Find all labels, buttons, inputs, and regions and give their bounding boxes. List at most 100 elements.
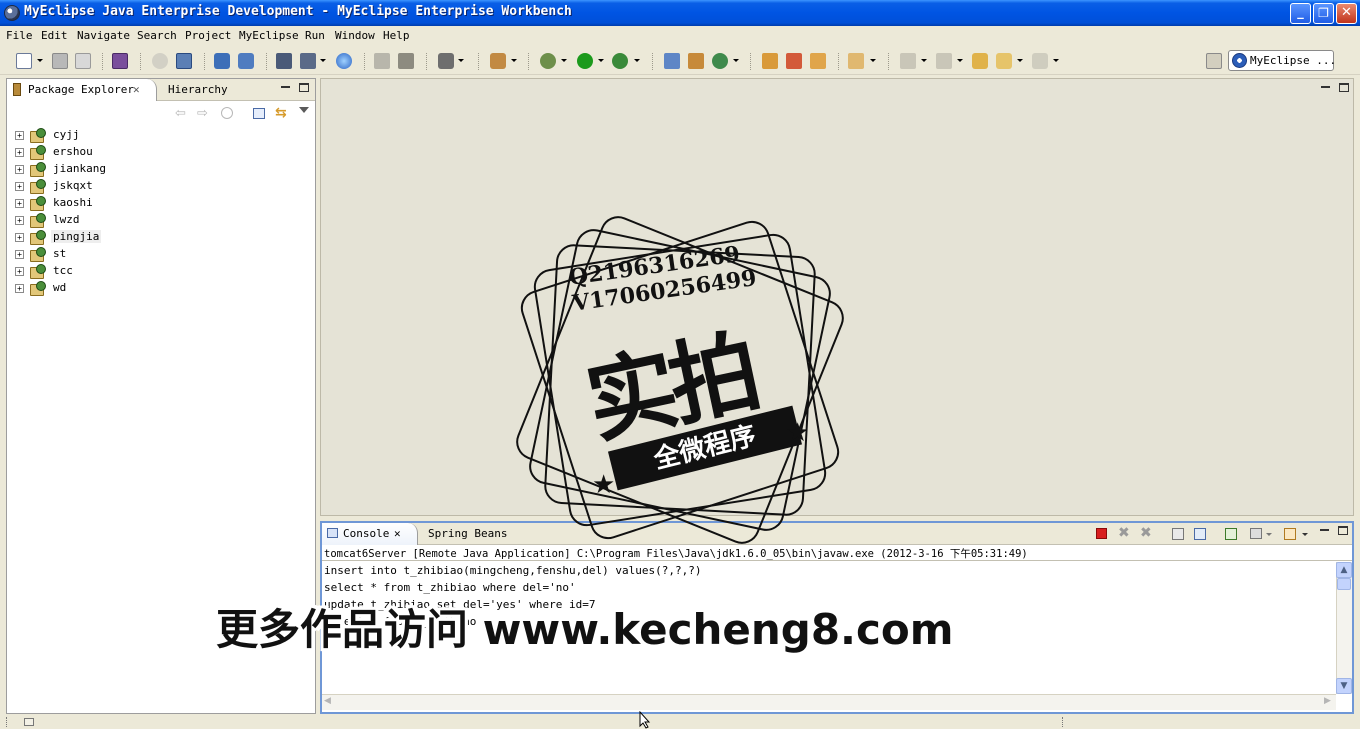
expand-icon[interactable]: + (15, 182, 24, 191)
reports-icon[interactable] (398, 53, 414, 69)
minimize-console-icon[interactable] (1320, 529, 1329, 531)
list-item[interactable]: + kaoshi (7, 195, 307, 212)
list-item[interactable]: + wd (7, 280, 307, 297)
run-server-icon[interactable] (300, 53, 316, 69)
open-browser-icon[interactable] (238, 53, 254, 69)
collapse-all-icon[interactable] (253, 108, 265, 119)
expand-icon[interactable]: + (15, 284, 24, 293)
website-banner: 更多作品访问 www.kecheng8.com (216, 605, 954, 654)
remove-all-terminated-icon[interactable]: ✖ (1140, 525, 1152, 541)
expand-icon[interactable]: + (15, 131, 24, 140)
tab-package-explorer[interactable]: Package Explorer ✕ (7, 79, 157, 101)
terminate-icon[interactable] (1096, 528, 1107, 539)
fast-view-icon[interactable] (24, 718, 34, 726)
menu-project[interactable]: Project (185, 29, 231, 42)
console-horizontal-scrollbar[interactable]: ◀ ▶ (322, 694, 1336, 710)
expand-icon[interactable]: + (15, 165, 24, 174)
expand-icon[interactable]: + (15, 199, 24, 208)
menu-help[interactable]: Help (383, 29, 410, 42)
manage-deployments-icon[interactable] (176, 53, 192, 69)
tab-console[interactable]: Console ✕ (322, 523, 418, 545)
forward-icon[interactable] (1032, 53, 1048, 69)
tab-hierarchy[interactable]: Hierarchy (168, 83, 228, 96)
tab-close-icon[interactable]: ✕ (394, 527, 401, 540)
open-folder-icon[interactable] (762, 53, 778, 69)
minimize-view-icon[interactable] (281, 86, 290, 88)
scroll-lock-icon[interactable] (1194, 528, 1206, 540)
camera-icon[interactable] (438, 53, 454, 69)
server-config-icon[interactable] (152, 53, 168, 69)
open-perspective-icon[interactable] (1206, 53, 1222, 69)
console-vertical-scrollbar[interactable]: ▲ ▼ (1336, 562, 1352, 694)
list-item[interactable]: + jiankang (7, 161, 307, 178)
list-item[interactable]: + lwzd (7, 212, 307, 229)
last-edit-icon[interactable] (972, 53, 988, 69)
maximize-console-icon[interactable] (1338, 526, 1348, 535)
list-item[interactable]: + jskqxt (7, 178, 307, 195)
restore-button[interactable]: ❐ (1313, 3, 1334, 24)
menu-file[interactable]: File (6, 29, 33, 42)
menu-search[interactable]: Search (137, 29, 177, 42)
previous-annotation-icon[interactable] (936, 53, 952, 69)
open-task-icon[interactable] (810, 53, 826, 69)
save-icon[interactable] (52, 53, 68, 69)
list-item[interactable]: + ershou (7, 144, 307, 161)
scroll-right-icon[interactable]: ▶ (1324, 696, 1331, 706)
star-icon: ★ (786, 418, 810, 448)
back-icon[interactable] (996, 53, 1012, 69)
external-tools-icon[interactable] (612, 53, 628, 69)
scroll-thumb[interactable] (1337, 578, 1351, 590)
display-console-icon[interactable] (1250, 528, 1262, 539)
scroll-down-icon[interactable]: ▼ (1336, 678, 1352, 694)
clear-console-icon[interactable] (1172, 528, 1184, 540)
expand-icon[interactable]: + (15, 250, 24, 259)
print-icon[interactable] (75, 53, 91, 69)
maximize-editor-icon[interactable] (1339, 83, 1349, 92)
link-with-editor-icon[interactable]: ⇆ (275, 105, 287, 121)
open-console-icon[interactable] (1284, 528, 1296, 540)
close-button[interactable]: ✕ (1336, 3, 1357, 24)
new-server-icon[interactable] (276, 53, 292, 69)
debug-icon[interactable] (540, 53, 556, 69)
up-nav-icon[interactable] (221, 107, 233, 119)
list-item-selected[interactable]: + pingjia (7, 229, 307, 246)
list-item[interactable]: + tcc (7, 263, 307, 280)
new-class-icon[interactable] (712, 53, 728, 69)
perspective-switcher[interactable]: MyEclipse ... (1228, 50, 1336, 71)
myeclipse-app-icon[interactable] (4, 5, 20, 21)
maximize-view-icon[interactable] (299, 83, 309, 92)
open-type-icon[interactable] (664, 53, 680, 69)
run-icon[interactable] (577, 53, 593, 69)
expand-icon[interactable]: + (15, 148, 24, 157)
menu-navigate[interactable]: Navigate (77, 29, 130, 42)
list-item[interactable]: + st (7, 246, 307, 263)
new-icon[interactable] (16, 53, 32, 69)
sync-icon[interactable] (374, 53, 390, 69)
search-icon[interactable] (786, 53, 802, 69)
next-annotation-icon[interactable] (900, 53, 916, 69)
web-service-icon[interactable] (214, 53, 230, 69)
tab-close-icon[interactable]: ✕ (133, 83, 140, 96)
new-package-icon[interactable] (688, 53, 704, 69)
expand-icon[interactable]: + (15, 267, 24, 276)
expand-icon[interactable]: + (15, 216, 24, 225)
back-nav-icon[interactable]: ⇦ (175, 106, 186, 121)
remove-launch-icon[interactable]: ✖ (1118, 525, 1130, 541)
forward-nav-icon[interactable]: ⇨ (197, 106, 208, 121)
scroll-up-icon[interactable]: ▲ (1336, 562, 1352, 578)
minimize-editor-icon[interactable] (1321, 86, 1330, 88)
deploy-icon[interactable] (112, 53, 128, 69)
menu-run[interactable]: Run (305, 29, 325, 42)
view-menu-icon[interactable] (299, 107, 309, 113)
globe-icon[interactable] (336, 53, 352, 69)
menu-window[interactable]: Window (335, 29, 375, 42)
open-resource-icon[interactable] (848, 53, 864, 69)
menu-edit[interactable]: Edit (41, 29, 68, 42)
minimize-button[interactable]: _ (1290, 3, 1311, 24)
scroll-left-icon[interactable]: ◀ (324, 696, 331, 706)
pin-console-icon[interactable] (1225, 528, 1237, 540)
expand-icon[interactable]: + (15, 233, 24, 242)
menu-myeclipse[interactable]: MyEclipse (239, 29, 299, 42)
list-item[interactable]: + cyjj (7, 127, 307, 144)
new-java-project-icon[interactable] (490, 53, 506, 69)
